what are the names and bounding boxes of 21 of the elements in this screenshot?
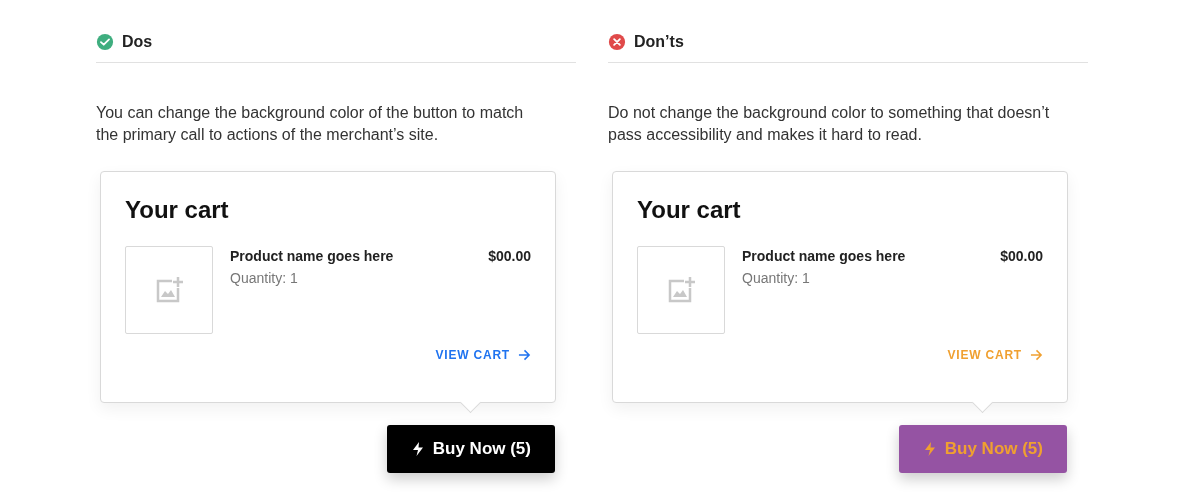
section-heading: Don’ts — [634, 33, 684, 51]
cart-title: Your cart — [125, 196, 230, 224]
buy-now-button[interactable]: Buy Now (5) — [898, 425, 1067, 473]
add-image-icon — [154, 275, 184, 305]
cart-title: Your cart — [637, 196, 742, 224]
price-text: $00.00 — [1000, 248, 1043, 266]
arrow-right-icon — [1030, 349, 1043, 361]
arrow-right-icon — [518, 349, 531, 361]
add-image-icon — [666, 275, 696, 305]
product-name: Product name goes here — [742, 248, 907, 264]
description-text: Do not change the background color to something that doesn’t pass accessibility and makes it hard to read. — [608, 103, 1051, 145]
quantity-text: Quantity: 1 — [230, 270, 299, 286]
quantity-text: Quantity: 1 — [742, 270, 811, 286]
view-cart-link[interactable]: VIEW CART — [435, 348, 531, 362]
section-heading: Dos — [122, 33, 153, 51]
check-circle-icon — [96, 33, 114, 51]
description-text: You can change the background color of the button to match the primary call to actions of the merchant’s site. — [96, 103, 525, 145]
product-name: Product name goes here — [230, 248, 395, 264]
buy-now-button[interactable]: Buy Now (5) — [386, 425, 555, 473]
close-circle-icon — [608, 33, 626, 51]
price-text: $00.00 — [488, 248, 531, 266]
